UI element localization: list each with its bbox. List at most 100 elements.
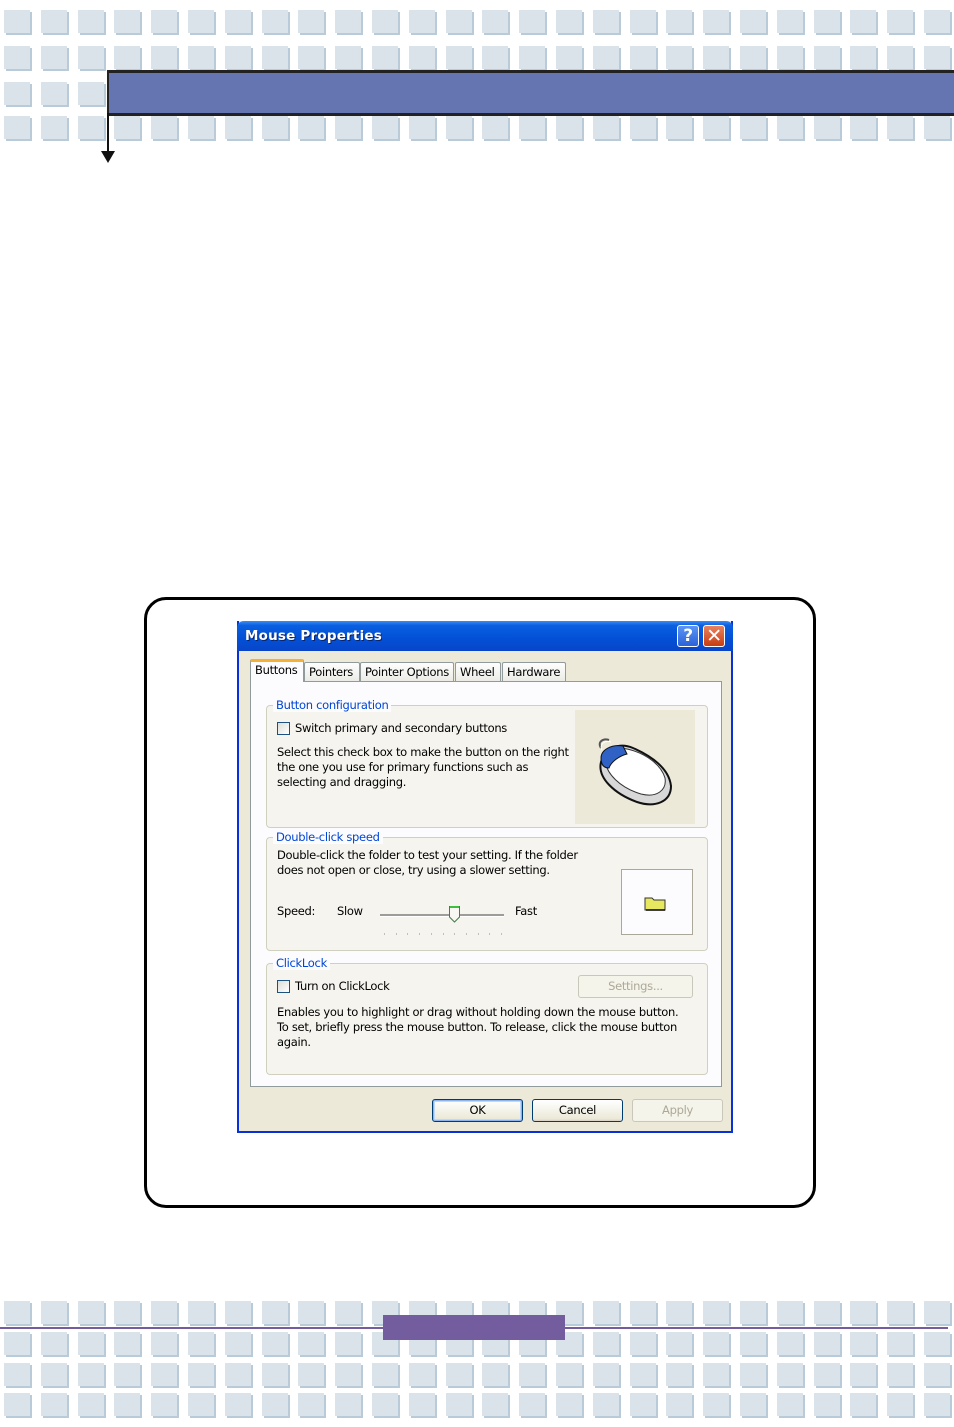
group-label: ClickLock <box>273 956 330 970</box>
decorative-tile <box>77 82 104 105</box>
decorative-tile <box>666 46 693 69</box>
decorative-tile <box>703 1332 730 1355</box>
decorative-tile <box>372 10 398 33</box>
decorative-tile <box>261 1301 288 1324</box>
decorative-tile <box>151 1393 178 1416</box>
decorative-tile <box>77 1301 104 1324</box>
decorative-tile <box>224 10 251 33</box>
tab-pointer-options[interactable]: Pointer Options <box>360 662 454 681</box>
decorative-tile <box>261 1332 288 1355</box>
slider-tick <box>501 933 502 935</box>
decorative-tile <box>740 116 766 139</box>
decorative-tile <box>335 1393 362 1416</box>
double-click-description: Double-click the folder to test your set… <box>277 848 578 878</box>
test-folder-area[interactable] <box>621 869 693 935</box>
tab-pointers[interactable]: Pointers <box>304 662 360 681</box>
decorative-tile <box>629 1301 656 1324</box>
decorative-tile <box>850 116 877 139</box>
description-line: Select this check box to make the button… <box>277 745 569 759</box>
decorative-tile <box>40 82 67 105</box>
decorative-tile <box>4 1301 30 1324</box>
switch-buttons-checkbox[interactable] <box>277 721 290 735</box>
decorative-tile <box>40 1363 67 1386</box>
decorative-tile <box>445 10 472 33</box>
clicklock-checkbox[interactable] <box>277 979 290 993</box>
decorative-tile <box>114 10 141 33</box>
decorative-tile <box>776 1363 803 1386</box>
decorative-tile <box>703 1393 730 1416</box>
clicklock-settings-button[interactable]: Settings... <box>578 975 693 998</box>
decorative-tile <box>666 1332 693 1355</box>
decorative-tile <box>151 46 178 69</box>
buttons-tab-panel: Button configuration Switch primary and … <box>250 681 722 1087</box>
fast-label: Fast <box>515 904 537 918</box>
decorative-tile <box>40 46 67 69</box>
footer-page-block <box>383 1315 565 1340</box>
decorative-tile <box>445 116 472 139</box>
decorative-tile <box>629 116 656 139</box>
slider-thumb[interactable] <box>449 905 461 923</box>
folder-icon[interactable] <box>644 895 666 911</box>
decorative-tile <box>887 10 914 33</box>
help-icon: ? <box>683 626 693 646</box>
decorative-tile <box>924 116 950 139</box>
decorative-tile <box>114 1393 141 1416</box>
decorative-tile <box>666 1393 693 1416</box>
decorative-tile <box>372 1363 398 1386</box>
decorative-tile <box>298 1301 325 1324</box>
decorative-tile <box>519 1363 546 1386</box>
clicklock-group: ClickLock Turn on ClickLock Settings... … <box>266 956 708 1075</box>
decorative-tile <box>114 1363 141 1386</box>
tab-buttons[interactable]: Buttons <box>250 659 304 682</box>
decorative-tile <box>592 1332 619 1355</box>
decorative-tile <box>813 10 840 33</box>
decorative-tile <box>261 116 288 139</box>
help-button[interactable]: ? <box>677 625 699 647</box>
down-arrow-icon <box>101 151 115 163</box>
decorative-tile <box>629 1363 656 1386</box>
cancel-button[interactable]: Cancel <box>532 1099 623 1122</box>
slider-tick <box>419 933 421 935</box>
decorative-tile <box>666 116 693 139</box>
decorative-tile <box>77 116 104 139</box>
decorative-tile <box>40 1301 67 1324</box>
decorative-tile <box>519 46 546 69</box>
decorative-tile <box>556 46 582 69</box>
decorative-tile <box>261 46 288 69</box>
tab-hardware[interactable]: Hardware <box>502 662 566 681</box>
decorative-tile <box>4 1363 30 1386</box>
decorative-tile <box>519 1393 546 1416</box>
decorative-tile <box>482 116 509 139</box>
tab-wheel[interactable]: Wheel <box>455 662 501 681</box>
description-line: selecting and dragging. <box>277 775 407 789</box>
decorative-tile <box>151 1332 178 1355</box>
clicklock-checkbox-row[interactable]: Turn on ClickLock <box>277 979 390 993</box>
decorative-tile <box>4 82 30 105</box>
dialog-titlebar[interactable]: Mouse Properties ? ✕ <box>237 621 733 651</box>
decorative-tile <box>887 1301 914 1324</box>
decorative-tile <box>188 1301 214 1324</box>
slider-tick <box>384 933 385 935</box>
decorative-tile <box>4 46 30 69</box>
close-button[interactable]: ✕ <box>703 625 725 647</box>
decorative-tile <box>482 46 509 69</box>
decorative-tile <box>556 10 582 33</box>
decorative-tile <box>40 116 67 139</box>
apply-button[interactable]: Apply <box>632 1099 723 1122</box>
slider-tick <box>395 933 397 935</box>
slider-tick <box>430 933 432 935</box>
slow-label: Slow <box>337 904 363 918</box>
decorative-tile <box>4 1393 30 1416</box>
decorative-tile <box>592 1301 619 1324</box>
decorative-tile <box>40 10 67 33</box>
decorative-tile <box>850 10 877 33</box>
slider-tick <box>465 933 467 935</box>
mouse-icon <box>575 710 695 824</box>
decorative-tile <box>188 1393 214 1416</box>
double-click-speed-slider[interactable] <box>380 914 504 917</box>
ok-button[interactable]: OK <box>432 1099 523 1122</box>
decorative-tile <box>298 116 325 139</box>
decorative-tile <box>556 1363 582 1386</box>
decorative-tile <box>850 1393 877 1416</box>
switch-buttons-checkbox-row[interactable]: Switch primary and secondary buttons <box>277 721 507 735</box>
